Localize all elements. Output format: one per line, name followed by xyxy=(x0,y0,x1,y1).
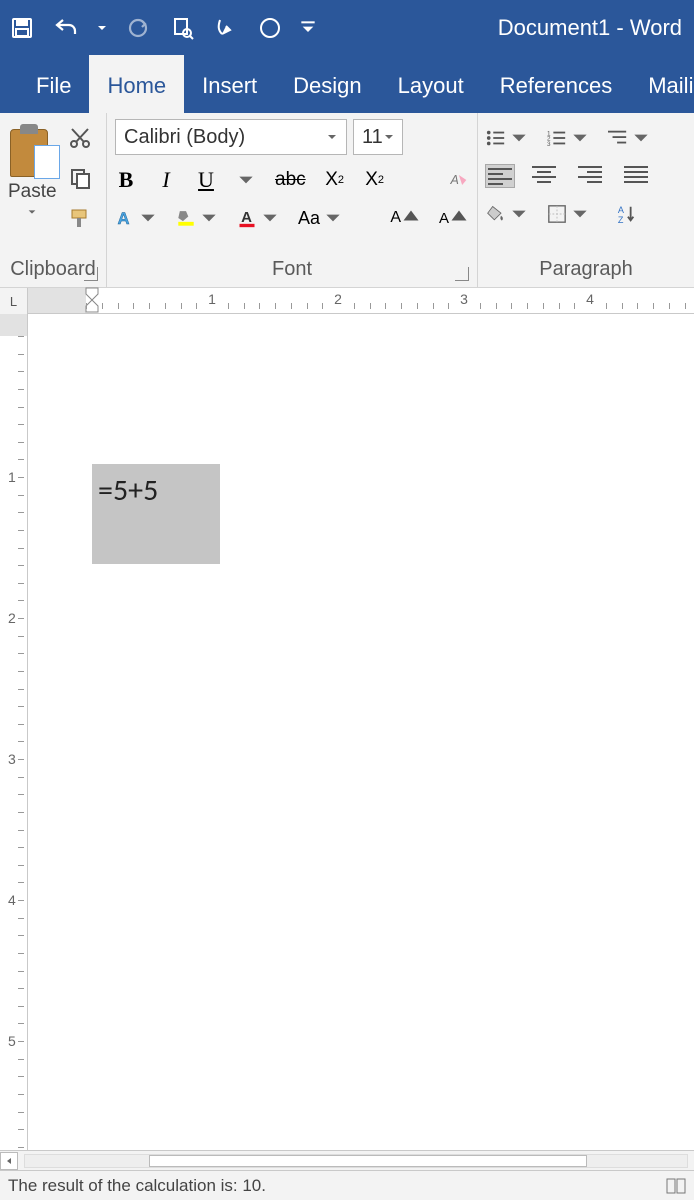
bold-button[interactable]: B xyxy=(115,167,137,193)
group-label-paragraph: Paragraph xyxy=(486,254,686,287)
title-bar: Document1 - Word xyxy=(0,0,694,55)
underline-button[interactable]: U xyxy=(195,167,217,193)
bullets-button[interactable] xyxy=(486,125,529,151)
subscript-button[interactable]: X2 xyxy=(324,167,346,193)
font-color-button[interactable]: A xyxy=(237,205,280,231)
underline-dropdown[interactable] xyxy=(235,167,257,193)
touch-mode-button[interactable] xyxy=(212,14,240,42)
scroll-left-button[interactable] xyxy=(0,1152,18,1170)
numbering-button[interactable]: 123 xyxy=(547,125,590,151)
undo-button[interactable] xyxy=(52,14,80,42)
group-paragraph: 123 xyxy=(478,113,694,287)
borders-button[interactable] xyxy=(547,201,590,227)
shading-button[interactable] xyxy=(486,201,529,227)
chevron-down-icon xyxy=(326,126,338,149)
chevron-down-icon xyxy=(383,126,395,149)
highlight-button[interactable] xyxy=(176,205,219,231)
font-size-select[interactable]: 11 xyxy=(353,119,403,155)
svg-text:3: 3 xyxy=(547,141,551,148)
group-label-font: Font xyxy=(115,254,469,287)
horizontal-ruler[interactable]: L 1234 xyxy=(0,288,694,314)
tab-layout[interactable]: Layout xyxy=(380,55,482,113)
sort-button[interactable]: AZ xyxy=(616,201,638,227)
cut-button[interactable] xyxy=(67,125,93,151)
justify-button[interactable] xyxy=(624,165,652,187)
tab-home[interactable]: Home xyxy=(89,55,184,113)
scroll-track[interactable] xyxy=(24,1154,688,1168)
clipboard-launcher[interactable] xyxy=(84,267,98,281)
svg-text:A: A xyxy=(118,209,130,228)
document-page[interactable]: =5+5 xyxy=(28,314,694,1150)
grow-font-button[interactable]: A xyxy=(390,205,421,231)
horizontal-scrollbar[interactable] xyxy=(0,1150,694,1170)
group-clipboard: Paste Clipboard xyxy=(0,113,107,287)
copy-button[interactable] xyxy=(67,165,93,191)
save-button[interactable] xyxy=(8,14,36,42)
tab-design[interactable]: Design xyxy=(275,55,379,113)
paste-button[interactable]: Paste xyxy=(8,119,57,231)
svg-text:A: A xyxy=(618,205,625,215)
paste-label: Paste xyxy=(8,181,57,203)
align-left-button[interactable] xyxy=(486,165,514,187)
tab-references[interactable]: References xyxy=(482,55,631,113)
redo-button[interactable] xyxy=(124,14,152,42)
document-title: Document1 - Word xyxy=(498,15,686,41)
align-right-button[interactable] xyxy=(578,165,606,187)
multilevel-list-button[interactable] xyxy=(608,125,651,151)
indent-marker[interactable] xyxy=(84,286,100,314)
tab-mailings[interactable]: Mailing xyxy=(630,55,694,113)
paste-icon xyxy=(10,123,54,177)
strikethrough-button[interactable]: abc xyxy=(275,167,306,193)
read-mode-icon[interactable] xyxy=(666,1178,686,1194)
font-name-select[interactable]: Calibri (Body) xyxy=(115,119,347,155)
ribbon: Paste Clipboard xyxy=(0,113,694,288)
change-case-button[interactable]: Aa xyxy=(298,205,343,231)
formula-cell[interactable]: =5+5 xyxy=(92,464,220,564)
qat-customize-dropdown[interactable] xyxy=(300,14,316,42)
ribbon-tabs: File Home Insert Design Layout Reference… xyxy=(0,55,694,113)
shrink-font-button[interactable]: A xyxy=(439,205,469,231)
document-area: 12345 =5+5 xyxy=(0,314,694,1150)
tab-file[interactable]: File xyxy=(18,55,89,113)
text-effects-button[interactable]: A xyxy=(115,205,158,231)
svg-text:A: A xyxy=(241,209,252,226)
svg-text:A: A xyxy=(450,173,459,187)
circle-button[interactable] xyxy=(256,14,284,42)
status-message: The result of the calculation is: 10. xyxy=(8,1176,266,1196)
format-painter-button[interactable] xyxy=(67,205,93,231)
group-font: Calibri (Body) 11 B I U abc X2 X2 A xyxy=(107,113,478,287)
chevron-down-icon xyxy=(27,207,37,217)
undo-dropdown[interactable] xyxy=(96,14,108,42)
group-label-clipboard: Clipboard xyxy=(8,254,98,287)
tab-insert[interactable]: Insert xyxy=(184,55,275,113)
font-launcher[interactable] xyxy=(455,267,469,281)
scroll-thumb[interactable] xyxy=(149,1155,587,1167)
align-center-button[interactable] xyxy=(532,165,560,187)
tab-selector[interactable]: L xyxy=(0,288,28,314)
svg-text:Z: Z xyxy=(618,215,624,224)
italic-button[interactable]: I xyxy=(155,167,177,193)
quick-access-toolbar xyxy=(8,14,316,42)
clear-formatting-button[interactable]: A xyxy=(447,167,469,193)
superscript-button[interactable]: X2 xyxy=(364,167,386,193)
vertical-ruler[interactable]: 12345 xyxy=(0,314,28,1150)
print-preview-button[interactable] xyxy=(168,14,196,42)
status-bar: The result of the calculation is: 10. xyxy=(0,1170,694,1200)
